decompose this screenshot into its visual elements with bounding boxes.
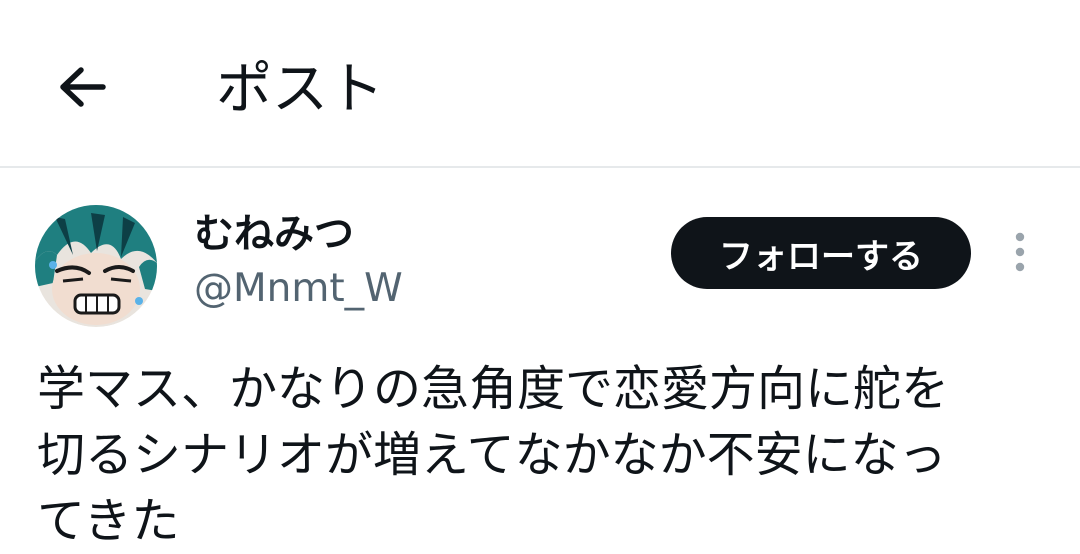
author-display-name[interactable]: むねみつ — [194, 208, 354, 260]
top-bar: ポスト — [0, 0, 1080, 168]
follow-button[interactable]: フォローする — [671, 217, 971, 289]
avatar[interactable] — [35, 205, 157, 327]
more-vertical-icon — [1014, 232, 1026, 276]
post-text: 学マス、かなりの急角度で恋愛方向に舵を 切るシナリオが増えてなかなか不安になっ … — [37, 361, 950, 549]
author-handle[interactable]: @Mnmt_W — [194, 264, 403, 314]
more-options-button[interactable] — [1004, 231, 1036, 277]
back-button[interactable] — [52, 58, 114, 120]
page-title: ポスト — [216, 57, 384, 122]
arrow-left-icon — [57, 67, 109, 111]
